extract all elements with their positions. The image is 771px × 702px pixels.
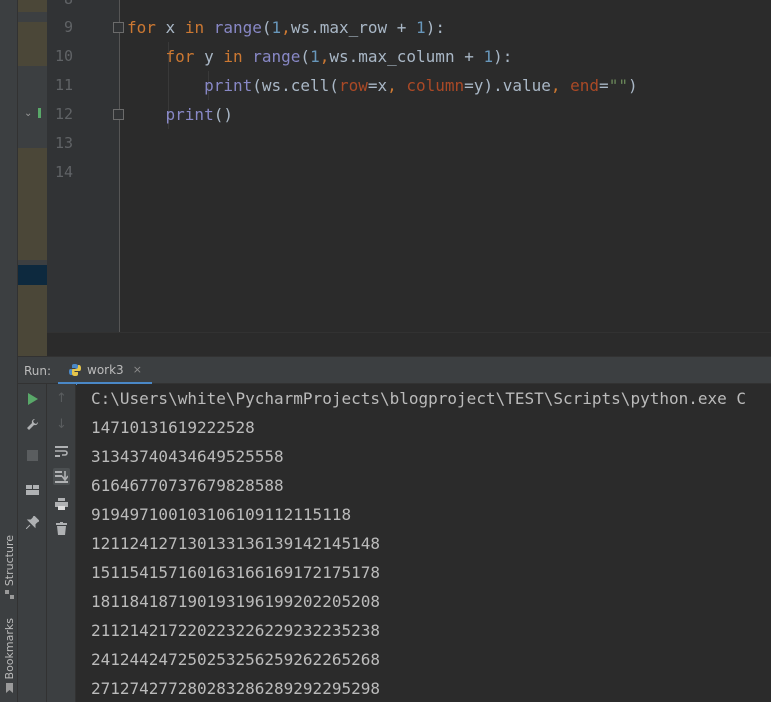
project-pane: ⌄ bbox=[18, 0, 47, 356]
code-line-12: print() bbox=[165, 105, 233, 124]
line-number: 14 bbox=[54, 163, 73, 181]
trash-icon bbox=[56, 522, 67, 535]
run-toolbar-primary bbox=[18, 384, 47, 702]
wrench-icon bbox=[27, 418, 39, 430]
stop-icon bbox=[27, 450, 38, 461]
code-line-11: print(ws.cell(row=x, column=y).value, en… bbox=[204, 76, 638, 95]
pin-icon bbox=[26, 516, 39, 529]
scroll-to-end-icon bbox=[55, 470, 68, 483]
console-line: 14710131619222528 bbox=[91, 418, 255, 437]
fold-marker-icon[interactable] bbox=[113, 22, 124, 33]
code-line-10: for y in range(1,ws.max_column + 1): bbox=[165, 47, 513, 66]
console-line: 211214217220223226229232235238 bbox=[91, 621, 380, 640]
line-number: 8 bbox=[47, 0, 73, 14]
project-tree-row bbox=[18, 22, 47, 66]
editor-bottom-area bbox=[47, 332, 771, 356]
structure-tool-tab[interactable]: Structure bbox=[1, 535, 17, 600]
bookmarks-tool-tab[interactable]: Bookmarks bbox=[1, 618, 17, 694]
code-line-9: for x in range(1,ws.max_row + 1): bbox=[127, 18, 445, 37]
console-line: C:\Users\white\PycharmProjects\blogproje… bbox=[91, 389, 747, 408]
rerun-button[interactable] bbox=[24, 390, 41, 407]
chevron-down-icon[interactable]: ⌄ bbox=[24, 108, 32, 119]
console-line: 181184187190193196199202205208 bbox=[91, 592, 380, 611]
console-output[interactable]: C:\Users\white\PycharmProjects\blogproje… bbox=[77, 384, 771, 702]
close-icon[interactable]: × bbox=[133, 363, 142, 376]
down-arrow-icon[interactable]: ↓ bbox=[53, 416, 70, 433]
line-number: 11 bbox=[54, 76, 73, 94]
project-tree-row bbox=[18, 0, 47, 12]
structure-icon bbox=[4, 590, 14, 600]
modify-run-config-button[interactable] bbox=[24, 416, 41, 433]
console-line: 241244247250253256259262265268 bbox=[91, 650, 380, 669]
clear-all-button[interactable] bbox=[53, 520, 70, 537]
project-tree-row bbox=[18, 148, 47, 260]
module-icon bbox=[38, 108, 41, 118]
console-line: 121124127130133136139142145148 bbox=[91, 534, 380, 553]
line-number: 13 bbox=[54, 134, 73, 152]
console-line: 31343740434649525558 bbox=[91, 447, 284, 466]
fold-marker-icon[interactable] bbox=[113, 109, 124, 120]
up-arrow-icon[interactable]: ↑ bbox=[53, 390, 70, 407]
console-line: 151154157160163166169172175178 bbox=[91, 563, 380, 582]
layout-icon bbox=[26, 484, 39, 495]
console-line: 91949710010310610911211511​8 bbox=[91, 505, 352, 524]
console-line: 271274277280283286289292295298 bbox=[91, 679, 380, 698]
structure-tab-label: Structure bbox=[2, 535, 16, 587]
tab-work3[interactable]: work3 × bbox=[58, 357, 152, 385]
stop-button[interactable] bbox=[24, 447, 41, 464]
scroll-to-end-button[interactable] bbox=[53, 468, 70, 485]
soft-wrap-button[interactable] bbox=[53, 443, 70, 460]
line-number: 10 bbox=[54, 47, 73, 65]
bookmarks-tab-label: Bookmarks bbox=[2, 618, 16, 680]
code-editor[interactable]: 8 9 10 11 12 13 14 for x in range(1,ws.m… bbox=[47, 0, 771, 332]
bookmark-icon bbox=[5, 683, 13, 694]
line-number: 9 bbox=[63, 18, 73, 36]
play-icon bbox=[28, 392, 38, 405]
wrap-icon bbox=[55, 446, 68, 457]
pin-tab-button[interactable] bbox=[24, 514, 41, 531]
left-tool-strip: Structure Bookmarks bbox=[0, 0, 18, 702]
project-tree-row bbox=[18, 285, 47, 356]
console-line: 61646770737679828588 bbox=[91, 476, 284, 495]
restore-layout-button[interactable] bbox=[24, 481, 41, 498]
tab-label: work3 bbox=[87, 362, 124, 377]
run-label: Run: bbox=[24, 364, 52, 378]
editor-gutter: 8 9 10 11 12 13 14 bbox=[47, 0, 124, 332]
run-tool-window-header: Run: work3 × bbox=[18, 356, 771, 385]
print-button[interactable] bbox=[53, 495, 70, 512]
printer-icon bbox=[55, 497, 68, 510]
python-icon bbox=[69, 363, 81, 376]
run-toolbar-secondary: ↑ ↓ bbox=[47, 384, 76, 702]
line-number: 12 bbox=[54, 105, 73, 123]
selected-tree-item[interactable] bbox=[18, 265, 47, 285]
